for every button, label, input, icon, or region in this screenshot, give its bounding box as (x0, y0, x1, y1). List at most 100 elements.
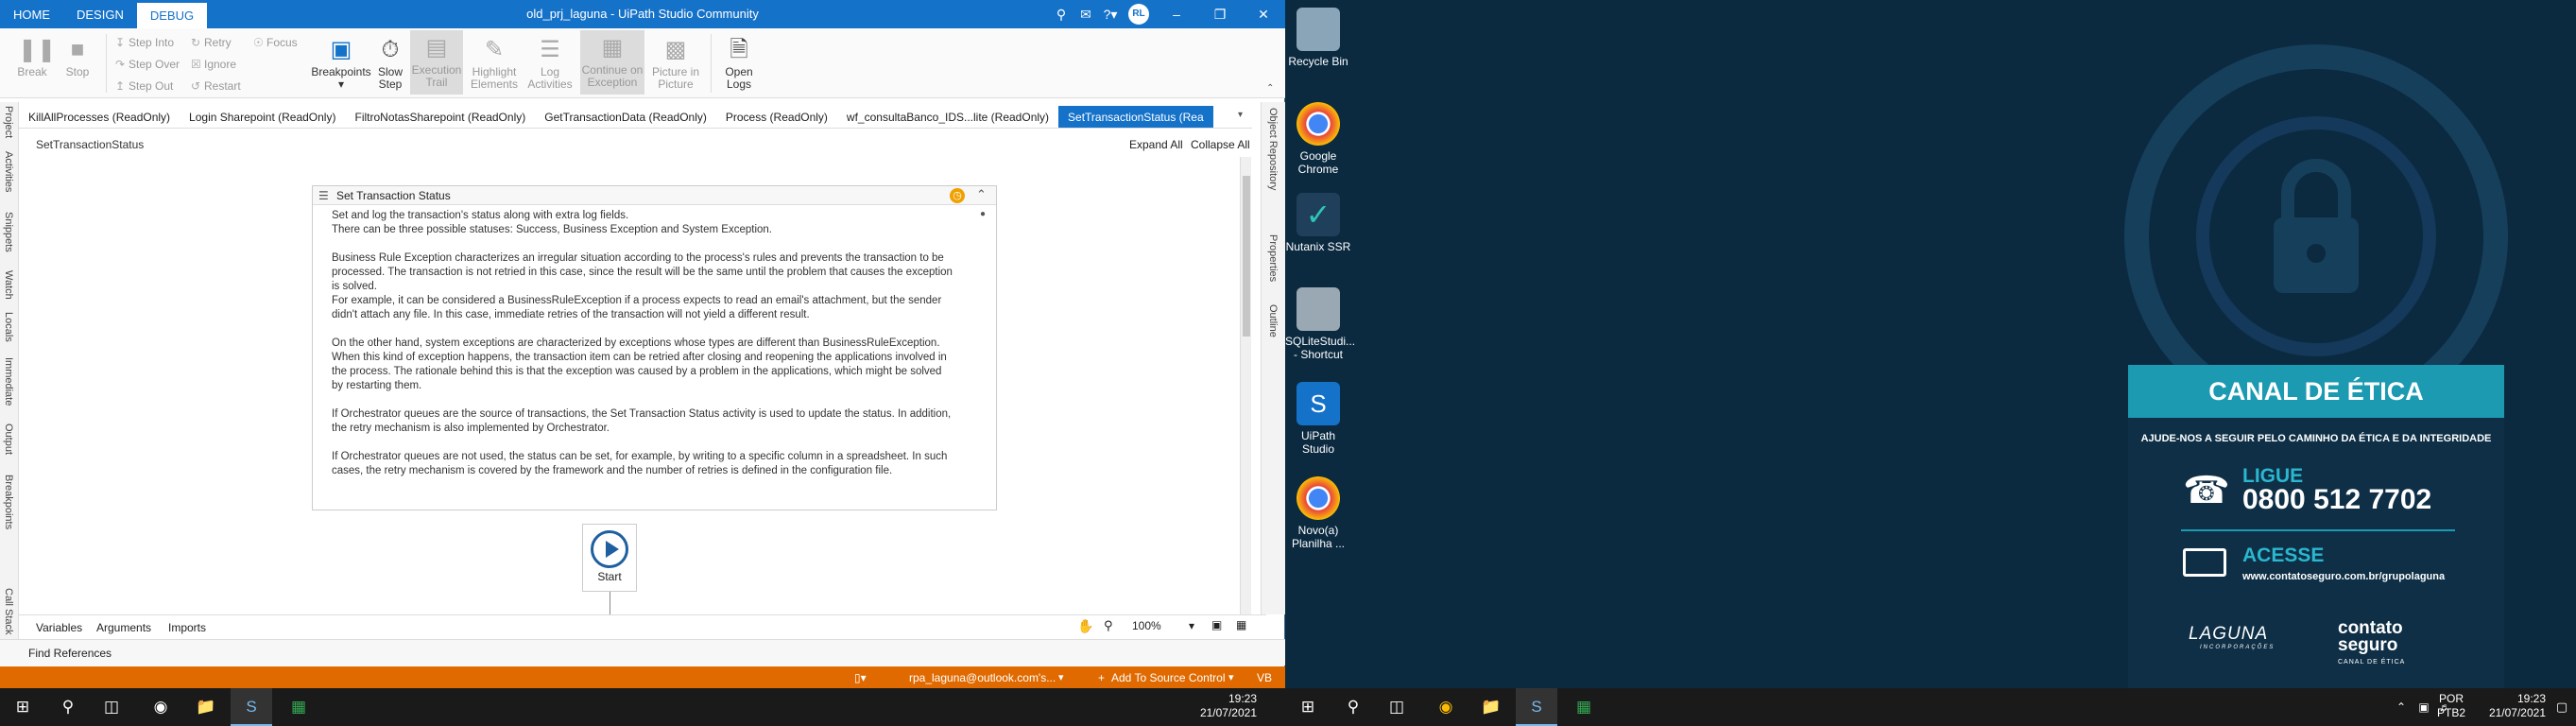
tab-design[interactable]: DESIGN (63, 0, 137, 28)
add-to-source-control[interactable]: Add To Source Control (1111, 671, 1226, 684)
task-view-icon[interactable]: ◫ (1376, 688, 1417, 726)
designer-canvas[interactable]: ☰ Set Transaction Status ◷ ⌃ ● Set and l… (19, 155, 1257, 614)
tab-watch[interactable]: Watch (3, 270, 14, 300)
step-over-button[interactable]: ↷ Step Over (115, 58, 180, 71)
doc-tab[interactable]: KillAllProcesses (ReadOnly) (19, 106, 180, 128)
tab-debug[interactable]: DEBUG (136, 3, 208, 28)
chevron-down-icon[interactable]: ▾ (1189, 619, 1194, 632)
close-icon[interactable]: ✕ (1242, 7, 1285, 23)
hand-icon[interactable]: ✋ (1077, 618, 1093, 634)
tab-call-stack[interactable]: Call Stack (3, 588, 14, 635)
restart-button[interactable]: ↺ Restart (191, 79, 241, 93)
collapse-ribbon-icon[interactable]: ⌃ (1266, 83, 1274, 94)
tab-project[interactable]: Project (3, 106, 14, 138)
account-status[interactable]: rpa_laguna@outlook.com's... (909, 671, 1056, 684)
tab-snippets[interactable]: Snippets (3, 212, 14, 252)
chevron-up-icon[interactable]: ⌃ (2391, 688, 2412, 726)
file-explorer-icon[interactable]: 📁 (185, 688, 227, 726)
tab-activities[interactable]: Activities (3, 151, 14, 192)
desktop-icon-uipath[interactable]: S UiPath Studio (1285, 382, 1351, 456)
collapse-icon[interactable]: ⌃ (976, 187, 987, 202)
chrome-icon[interactable]: ◉ (140, 688, 181, 726)
spreadsheet-icon[interactable]: ▦ (1563, 688, 1605, 726)
tab-breakpoints[interactable]: Breakpoints (3, 475, 14, 529)
doc-tab[interactable]: Process (ReadOnly) (716, 106, 837, 128)
doc-tab[interactable]: Login Sharepoint (ReadOnly) (180, 106, 345, 128)
stop-button[interactable]: ■ Stop (59, 32, 96, 78)
feedback-icon[interactable]: ✉ (1073, 7, 1098, 23)
arguments-tab[interactable]: Arguments (96, 621, 151, 634)
open-logs-button[interactable]: 🗎 Open Logs (718, 32, 760, 91)
uipath-taskbar-icon[interactable]: S (231, 688, 272, 726)
annotation-gap (332, 237, 974, 251)
file-explorer-icon[interactable]: 📁 (1470, 688, 1512, 726)
doc-tab[interactable]: wf_consultaBanco_IDS...lite (ReadOnly) (837, 106, 1058, 128)
desktop-icon-chrome[interactable]: Google Chrome (1285, 102, 1351, 176)
language-indicator[interactable]: VB (1257, 671, 1272, 684)
highlight-elements-button[interactable]: ✎ Highlight Elements (467, 32, 522, 91)
search-icon[interactable]: ⚲ (1332, 688, 1374, 726)
doc-tab-active[interactable]: SetTransactionStatus (Rea (1058, 106, 1213, 128)
log-activities-button[interactable]: ☰ Log Activities (524, 32, 576, 91)
desktop-icon-spreadsheet[interactable]: Novo(a) Planilha ... (1285, 476, 1351, 550)
desktop-icon-recycle-bin[interactable]: Recycle Bin (1285, 8, 1351, 68)
task-view-icon[interactable]: ◫ (91, 688, 132, 726)
doc-tab[interactable]: GetTransactionData (ReadOnly) (535, 106, 716, 128)
breakpoints-label: Breakpoints (311, 65, 371, 78)
retry-button[interactable]: ↻ Retry (191, 36, 232, 49)
tab-locals[interactable]: Locals (3, 312, 14, 342)
clock[interactable]: 19:23 21/07/2021 (1181, 692, 1257, 720)
collapse-all-button[interactable]: Collapse All (1191, 138, 1250, 151)
tabs-dropdown-icon[interactable]: ▾ (1238, 110, 1243, 120)
tab-output[interactable]: Output (3, 424, 14, 455)
fit-screen-icon[interactable]: ▣ (1211, 618, 1222, 631)
spreadsheet-icon[interactable]: ▦ (278, 688, 319, 726)
uipath-taskbar-icon[interactable]: S (1516, 688, 1557, 726)
tab-immediate[interactable]: Immediate (3, 357, 14, 406)
scroll-thumb[interactable] (1243, 176, 1250, 337)
tab-outline[interactable]: Outline (1267, 304, 1279, 337)
desktop-icon-sqlitestudio[interactable]: SQLiteStudi... - Shortcut (1285, 287, 1355, 361)
windows-start-icon[interactable]: ⊞ (2, 688, 43, 726)
clock[interactable]: 19:23 21/07/2021 (2480, 692, 2546, 720)
picture-in-picture-button[interactable]: ▩ Picture in Picture (648, 32, 703, 91)
chrome-icon[interactable]: ◉ (1425, 688, 1467, 726)
breakpoints-button[interactable]: ▣ Breakpoints ▾ (310, 32, 372, 91)
tab-properties[interactable]: Properties (1267, 234, 1279, 282)
windows-start-icon[interactable]: ⊞ (1287, 688, 1329, 726)
sequence-activity[interactable]: ☰ Set Transaction Status ◷ ⌃ ● Set and l… (312, 185, 997, 510)
restore-icon[interactable]: ❐ (1198, 7, 1242, 23)
expand-all-button[interactable]: Expand All (1129, 138, 1183, 151)
search-icon[interactable]: ⚲ (1049, 7, 1073, 23)
focus-button[interactable]: ☉ Focus (253, 36, 298, 49)
pip-label-2: Picture (658, 78, 694, 91)
help-icon[interactable]: ?▾ (1098, 7, 1123, 23)
imports-tab[interactable]: Imports (168, 621, 206, 634)
doc-tab[interactable]: FiltroNotasSharepoint (ReadOnly) (345, 106, 535, 128)
search-icon[interactable]: ⚲ (1104, 618, 1113, 633)
tab-home[interactable]: HOME (0, 0, 63, 28)
execution-trail-button[interactable]: ▤ Execution Trail (410, 30, 463, 95)
avatar[interactable]: RL (1128, 4, 1149, 25)
step-out-button[interactable]: ↥ Step Out (115, 79, 173, 93)
pin-icon[interactable]: ● (980, 209, 986, 219)
overview-icon[interactable]: ▦ (1236, 618, 1246, 631)
start-node[interactable]: Start (582, 524, 637, 592)
ignore-button[interactable]: ☒ Ignore (191, 58, 236, 71)
break-button[interactable]: ❚❚ Break (13, 32, 56, 78)
notifications-icon[interactable]: ▢ (2550, 688, 2574, 726)
slow-step-button[interactable]: ⏱ Slow Step (376, 32, 404, 91)
find-references-tab[interactable]: Find References (28, 647, 112, 660)
vertical-scrollbar[interactable] (1240, 157, 1251, 614)
desktop-icon-nutanix[interactable]: ✓ Nutanix SSR (1285, 193, 1351, 253)
minimize-icon[interactable]: – (1155, 7, 1198, 22)
breadcrumb[interactable]: SetTransactionStatus (36, 138, 144, 151)
step-into-button[interactable]: ↧ Step Into (115, 36, 174, 49)
variables-tab[interactable]: Variables (36, 621, 82, 634)
tab-object-repository[interactable]: Object Repository (1267, 108, 1279, 190)
continue-on-exception-button[interactable]: ▦ Continue on Exception (580, 30, 644, 95)
toggle-panel-icon[interactable]: ▯▾ (854, 671, 867, 684)
zoom-level[interactable]: 100% (1132, 619, 1161, 632)
language-indicator[interactable]: POR PTB2 (2429, 692, 2474, 720)
search-icon[interactable]: ⚲ (47, 688, 89, 726)
